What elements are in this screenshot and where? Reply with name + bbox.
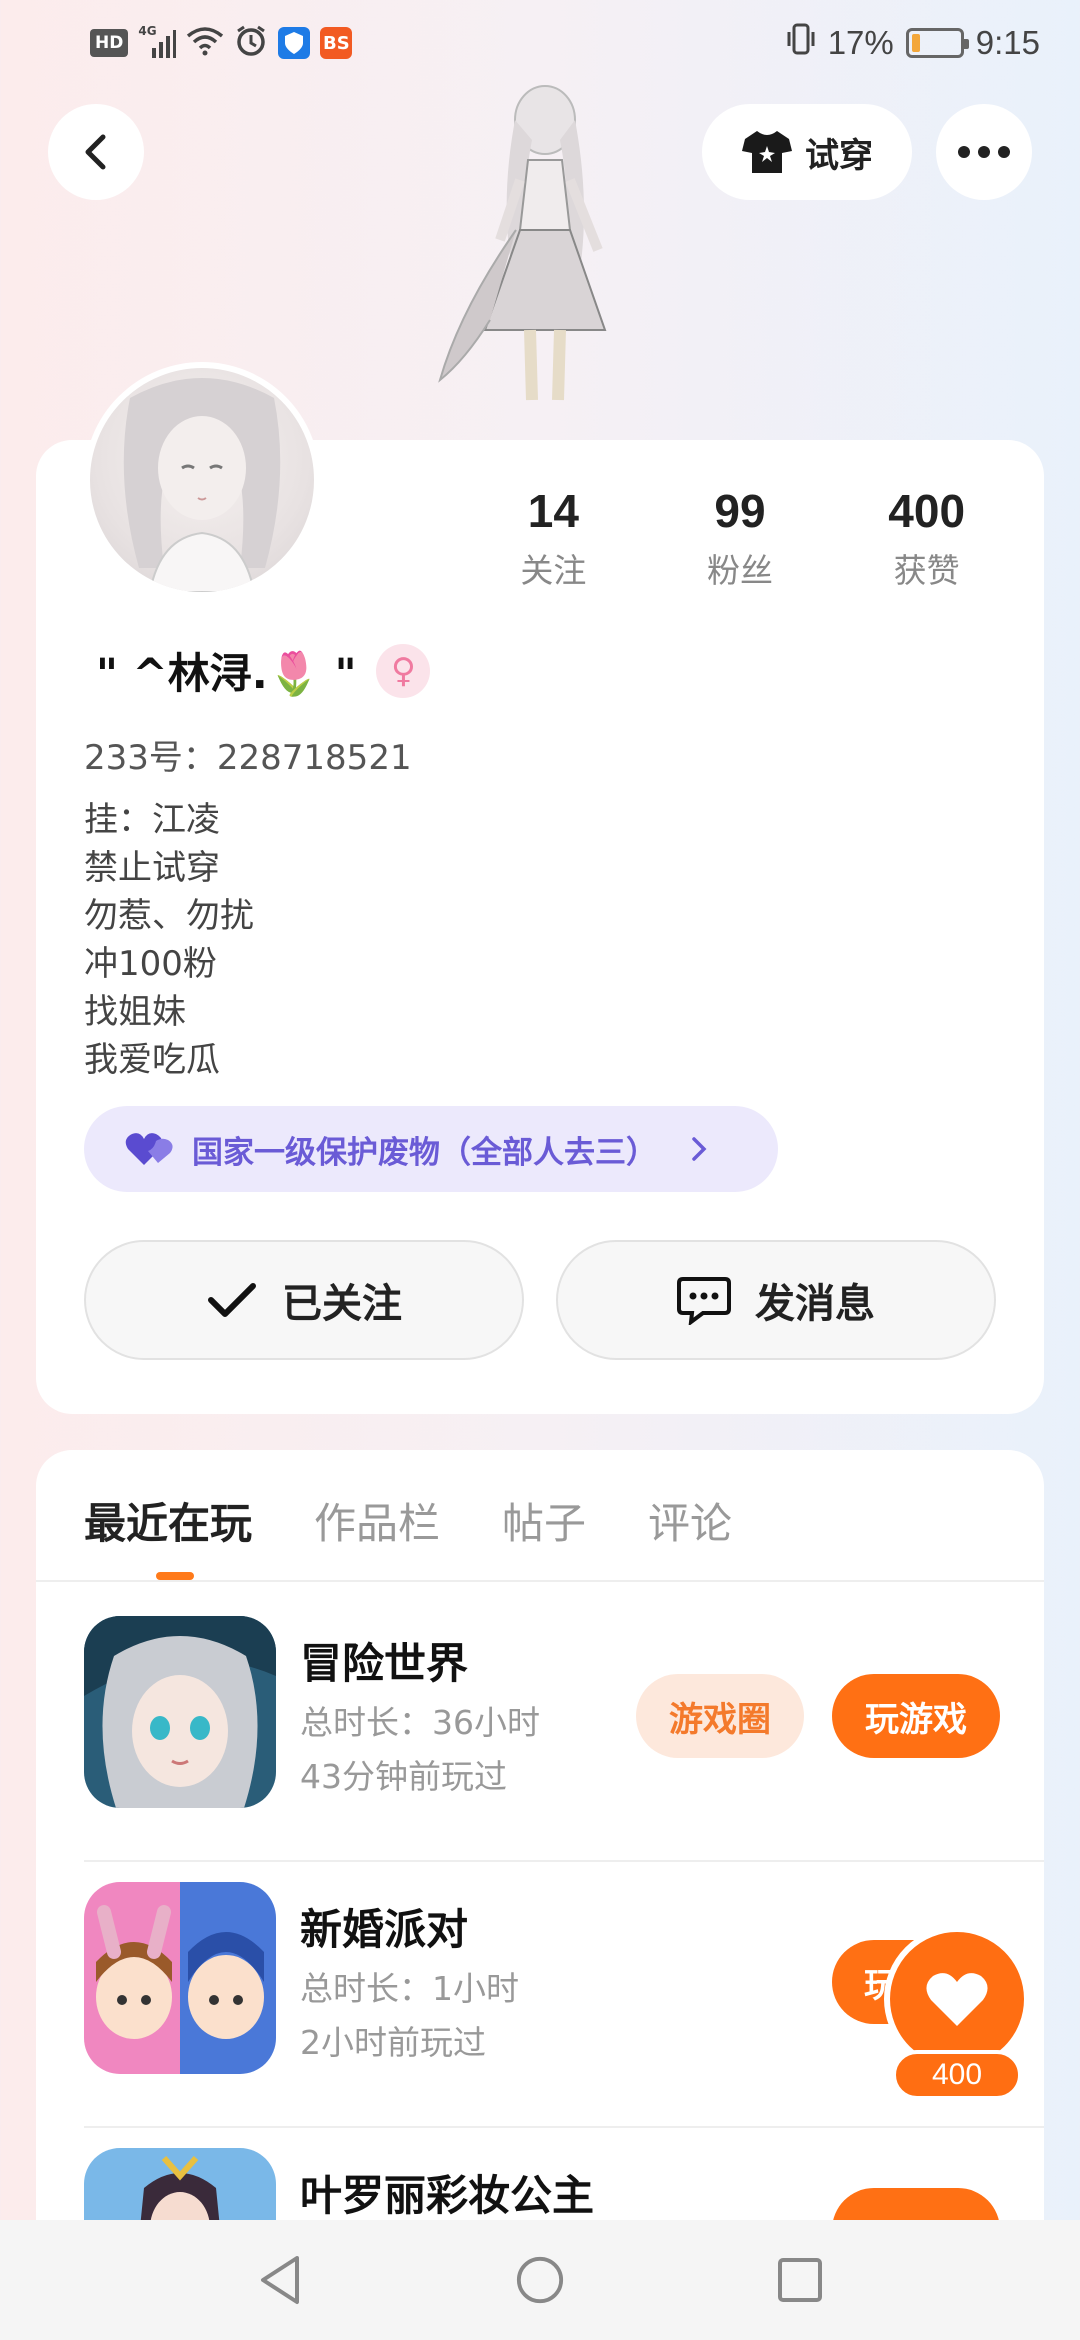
- heart-icon: [926, 1973, 988, 2026]
- bio-line: 冲100粉: [84, 944, 217, 984]
- profile-tabs: 最近在玩 作品栏 帖子 评论: [84, 1490, 794, 1551]
- game-last-played: 2小时前玩过: [300, 2023, 486, 2062]
- bio-line: 我爱吃瓜: [84, 1040, 220, 1080]
- game-duration: 总时长：1小时: [300, 1969, 519, 2008]
- tab-recent-play[interactable]: 最近在玩: [84, 1490, 252, 1551]
- follow-button[interactable]: 已关注: [84, 1240, 524, 1360]
- shield-app-icon: [278, 27, 311, 59]
- nav-recents-button[interactable]: [775, 2255, 825, 2305]
- signal-icon: 4G: [138, 24, 177, 58]
- alarm-icon: [234, 24, 268, 62]
- tshirt-icon: [742, 131, 792, 173]
- system-nav-bar: [0, 2220, 1080, 2340]
- hd-icon: HD: [90, 29, 129, 57]
- like-count: 400: [892, 2050, 1022, 2100]
- status-bar: HD 4G BS 17% 9:15: [0, 0, 1080, 84]
- game-last-played: 43分钟前玩过: [300, 1757, 507, 1796]
- stat-label: 获赞: [893, 551, 960, 590]
- chevron-right-icon: [692, 1137, 707, 1161]
- clock: 9:15: [975, 24, 1040, 61]
- message-button[interactable]: 发消息: [556, 1240, 996, 1360]
- game-title: 叶罗丽彩妆公主: [300, 2171, 595, 2220]
- user-name: " ^林浔.🌷 ": [96, 649, 357, 698]
- game-title: 冒险世界: [300, 1639, 469, 1688]
- nav-recents-icon: [778, 2258, 822, 2302]
- more-icon: [958, 146, 1010, 158]
- vibrate-icon: [786, 22, 816, 64]
- nav-back-icon: [261, 2256, 299, 2304]
- stat-number: 14: [527, 485, 579, 537]
- stat-number: 400: [888, 485, 966, 537]
- game-icon-adventure-world: [84, 1616, 276, 1808]
- back-button[interactable]: [48, 104, 144, 200]
- female-icon: ♀: [376, 643, 431, 698]
- tab-comments[interactable]: 评论: [648, 1490, 732, 1551]
- profile-stats: 14 关注 99 粉丝 400 获赞: [460, 484, 1020, 592]
- nav-home-button[interactable]: [515, 2255, 565, 2305]
- avatar[interactable]: [84, 362, 320, 598]
- tab-works[interactable]: 作品栏: [314, 1490, 440, 1551]
- badge-text: 国家一级保护废物（全部人去三）: [192, 1134, 657, 1171]
- bio: 挂：江凌 禁止试穿 勿惹、勿扰 冲100粉 找姐妹 我爱吃瓜: [84, 796, 254, 1084]
- stat-following[interactable]: 14 关注: [460, 484, 647, 592]
- tryon-button[interactable]: 试穿: [702, 104, 912, 200]
- chevron-left-icon: [85, 134, 106, 170]
- double-heart-icon: [125, 1133, 173, 1165]
- wifi-icon: [186, 26, 224, 60]
- app-badge-icon: BS: [320, 27, 353, 59]
- tryon-label: 试穿: [805, 135, 873, 176]
- bio-line: 禁止试穿: [84, 848, 220, 888]
- follow-label: 已关注: [282, 1281, 402, 1327]
- check-icon: [208, 1283, 256, 1317]
- tab-indicator: [156, 1572, 194, 1580]
- game-icon-wedding-party: [84, 1882, 276, 2074]
- chat-icon: [677, 1277, 731, 1325]
- battery-icon: [905, 28, 969, 58]
- stat-label: 粉丝: [707, 551, 773, 590]
- game-item[interactable]: 冒险世界 总时长：36小时 43分钟前玩过 游戏圈 玩游戏: [84, 1584, 1044, 1848]
- game-title: 新婚派对: [300, 1905, 469, 1954]
- user-id: 233号：228718521: [84, 738, 412, 778]
- name-row: " ^林浔.🌷 " ♀: [96, 640, 431, 701]
- message-label: 发消息: [755, 1281, 875, 1327]
- stat-number: 99: [714, 485, 766, 537]
- divider: [36, 1580, 1044, 1582]
- games-card: 最近在玩 作品栏 帖子 评论 冒险世界 总时长：36小时 43分钟前玩过 游戏圈…: [36, 1450, 1044, 2340]
- nav-back-button[interactable]: [255, 2255, 305, 2305]
- stat-label: 关注: [520, 551, 587, 590]
- tab-posts[interactable]: 帖子: [502, 1490, 586, 1551]
- more-button[interactable]: [936, 104, 1032, 200]
- stat-likes[interactable]: 400 获赞: [833, 484, 1020, 592]
- bio-line: 勿惹、勿扰: [84, 896, 254, 936]
- nav-home-icon: [516, 2256, 564, 2304]
- title-badge[interactable]: 国家一级保护废物（全部人去三）: [84, 1106, 778, 1192]
- game-duration: 总时长：36小时: [300, 1703, 540, 1742]
- game-circle-button[interactable]: 游戏圈: [636, 1674, 804, 1758]
- play-game-button[interactable]: 玩游戏: [832, 1674, 1000, 1758]
- bio-line: 挂：江凌: [84, 800, 220, 840]
- stat-followers[interactable]: 99 粉丝: [647, 484, 834, 592]
- bio-line: 找姐妹: [84, 992, 186, 1032]
- tryon-figure-image: [420, 80, 670, 442]
- battery-percent: 17%: [827, 24, 894, 61]
